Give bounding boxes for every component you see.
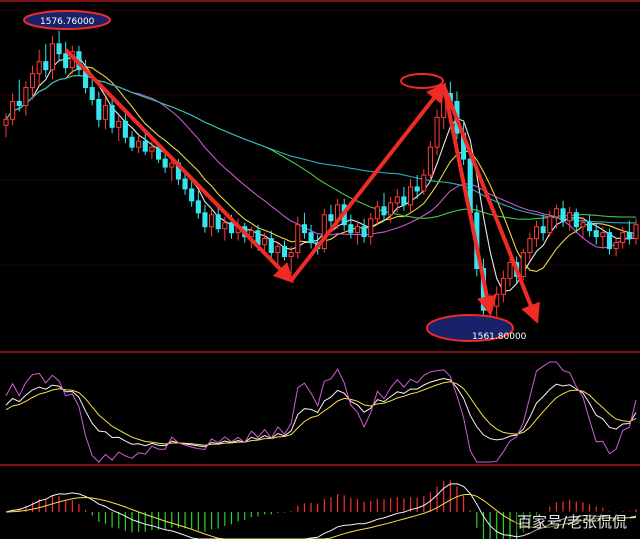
candle-body <box>215 214 221 230</box>
candle-body <box>56 43 62 55</box>
candle-body <box>202 212 208 228</box>
candle-body <box>507 261 513 279</box>
candle-body <box>348 224 354 234</box>
candle-body <box>268 238 274 254</box>
candle-body <box>182 178 188 190</box>
candle-body <box>295 224 301 254</box>
candle-body <box>381 206 387 216</box>
peak-ellipse <box>400 73 444 89</box>
candle-body <box>209 214 215 228</box>
candle-body <box>49 43 55 71</box>
candle-body <box>136 140 142 148</box>
candle-body <box>228 222 235 234</box>
peak-annotation <box>400 73 444 89</box>
candle-body <box>587 222 593 232</box>
candle-body <box>129 136 135 148</box>
high-annotation: 1576.76000 <box>23 10 111 30</box>
candle-body <box>122 120 128 138</box>
candle-body <box>189 188 195 202</box>
candle-body <box>580 222 586 228</box>
candle-body <box>308 232 314 244</box>
candle-body <box>36 61 42 75</box>
candle-body <box>96 98 102 120</box>
candle-body <box>414 186 420 192</box>
candle-body <box>547 216 553 234</box>
candle-body <box>553 208 559 218</box>
candle-body <box>620 232 626 244</box>
candles <box>3 30 639 329</box>
candle-body <box>388 202 394 216</box>
candle-body <box>10 100 16 120</box>
candle-body <box>361 226 367 238</box>
candlestick-chart: 1576.76000 1561.80000 <box>0 0 640 539</box>
kdj-j-line <box>5 361 637 463</box>
kdj-d-line <box>5 381 637 446</box>
moving-average-lines <box>5 56 637 293</box>
candle-body <box>421 174 427 192</box>
candle-body <box>275 246 281 254</box>
candle-body <box>162 158 168 168</box>
candle-body <box>301 224 307 234</box>
candle-body <box>102 104 109 120</box>
candle-body <box>169 162 175 168</box>
candle-body <box>494 293 500 307</box>
trend-arrow <box>289 82 447 282</box>
candle-body <box>434 116 440 148</box>
candle-body <box>63 53 69 69</box>
candle-body <box>567 212 573 222</box>
low-price-label: 1561.80000 <box>472 332 527 342</box>
candle-body <box>407 186 414 206</box>
candle-body <box>427 146 433 176</box>
ma-line-40 <box>5 74 637 220</box>
high-price-label: 1576.76000 <box>40 17 95 27</box>
candle-body <box>43 61 49 71</box>
candle-body <box>401 196 407 206</box>
candle-body <box>527 238 533 254</box>
candle-body <box>149 146 155 152</box>
candle-body <box>394 196 400 204</box>
candle-body <box>89 87 95 100</box>
candle-body <box>600 232 606 238</box>
candle-body <box>368 218 374 238</box>
kdj-panel <box>5 361 637 463</box>
candle-body <box>222 222 228 230</box>
candle-body <box>633 224 639 240</box>
candle-body <box>116 120 122 128</box>
candle-body <box>23 87 29 106</box>
candle-body <box>560 208 566 222</box>
candle-body <box>262 238 268 246</box>
ma-line-5 <box>5 56 637 293</box>
candle-body <box>593 230 599 238</box>
candle-body <box>16 100 22 106</box>
candle-body <box>195 200 201 214</box>
candle-body <box>540 226 546 234</box>
candle-body <box>606 232 613 250</box>
candle-body <box>321 214 327 250</box>
trend-arrow <box>64 48 294 284</box>
candle-body <box>374 206 380 220</box>
trend-arrow <box>441 85 497 317</box>
ma-line-60 <box>5 74 636 224</box>
trend-arrow <box>441 84 540 324</box>
candle-body <box>288 252 294 258</box>
candle-body <box>520 252 526 277</box>
candle-body <box>3 118 9 126</box>
kdj-k-line <box>5 377 637 448</box>
candle-body <box>573 212 579 228</box>
candle-body <box>29 73 36 89</box>
candle-body <box>109 104 115 128</box>
candle-body <box>142 140 148 152</box>
low-annotation: 1561.80000 <box>426 314 527 342</box>
candle-body <box>626 232 632 240</box>
watermark-text: 百家号/老张侃侃 <box>513 510 630 533</box>
candle-body <box>281 246 288 258</box>
trend-arrows <box>64 48 540 324</box>
candle-body <box>328 214 334 222</box>
candle-body <box>613 242 619 250</box>
candle-body <box>500 277 506 295</box>
candle-body <box>533 226 540 240</box>
candle-body <box>354 226 361 234</box>
